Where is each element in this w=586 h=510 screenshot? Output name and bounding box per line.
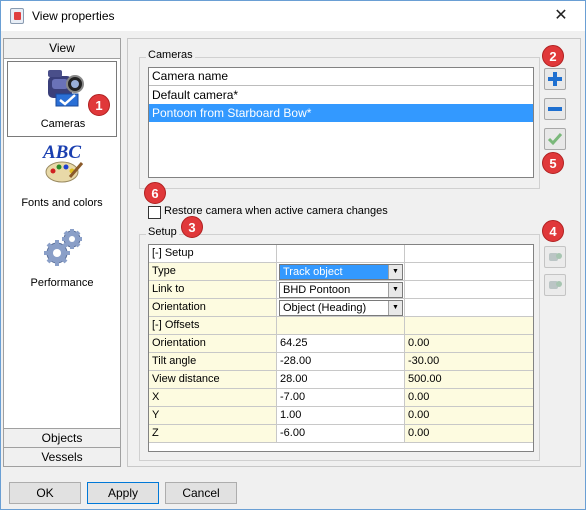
grid-cell xyxy=(405,281,533,299)
grid-cell: BHD Pontoon ▼ xyxy=(277,281,405,299)
paste-camera-button[interactable] xyxy=(544,274,566,296)
grid-cell xyxy=(405,245,533,263)
grid-label: Orientation xyxy=(149,335,277,353)
close-button[interactable]: ✕ xyxy=(547,4,575,28)
title-bar: View properties ✕ xyxy=(1,1,585,31)
camera-paste-icon xyxy=(549,281,562,289)
grid-row-offsets-section: [-] Offsets xyxy=(149,317,533,335)
check-icon xyxy=(547,133,563,146)
callout-badge-6: 6 xyxy=(144,182,166,204)
callout-badge-1: 1 xyxy=(88,94,110,116)
add-camera-button[interactable] xyxy=(544,68,566,90)
grid-value-cell[interactable]: 0.00 xyxy=(405,407,533,425)
nav-footer-vessels[interactable]: Vessels xyxy=(4,447,120,466)
restore-camera-checkbox[interactable] xyxy=(148,206,161,219)
grid-cell xyxy=(405,317,533,335)
remove-camera-button[interactable] xyxy=(544,98,566,120)
ok-button[interactable]: OK xyxy=(9,482,81,504)
setup-property-grid: [-] Setup Type Track object ▼ Link to BH… xyxy=(148,244,534,452)
grid-row-z: Z -6.00 0.00 xyxy=(149,425,533,443)
window-title: View properties xyxy=(32,9,115,23)
grid-value-cell[interactable]: 500.00 xyxy=(405,371,533,389)
grid-section-header[interactable]: [-] Setup xyxy=(149,245,277,263)
nav-label-cameras: Cameras xyxy=(40,118,86,130)
grid-cell xyxy=(277,317,405,335)
setup-group-label: Setup xyxy=(146,226,179,238)
nav-footer-objects[interactable]: Objects xyxy=(4,428,120,447)
orientation-dropdown[interactable]: Object (Heading) ▼ xyxy=(279,300,403,316)
grid-cell: Object (Heading) ▼ xyxy=(277,299,405,317)
grid-row-setup-section: [-] Setup xyxy=(149,245,533,263)
grid-row-tilt-angle: Tilt angle -28.00 -30.00 xyxy=(149,353,533,371)
grid-label: Tilt angle xyxy=(149,353,277,371)
chevron-down-icon[interactable]: ▼ xyxy=(388,301,402,315)
grid-value-cell[interactable]: 0.00 xyxy=(405,335,533,353)
chevron-down-icon[interactable]: ▼ xyxy=(388,283,402,297)
grid-value-cell[interactable]: 0.00 xyxy=(405,425,533,443)
type-dropdown[interactable]: Track object ▼ xyxy=(279,264,403,280)
grid-label: Link to xyxy=(149,281,277,299)
grid-row-offset-orientation: Orientation 64.25 0.00 xyxy=(149,335,533,353)
grid-cell: Track object ▼ xyxy=(277,263,405,281)
nav-item-fonts-and-colors[interactable]: ABC Fonts and colors xyxy=(7,141,117,217)
grid-row-y: Y 1.00 0.00 xyxy=(149,407,533,425)
grid-cell xyxy=(405,263,533,281)
grid-value-cell[interactable]: -7.00 xyxy=(277,389,405,407)
camera-icon xyxy=(48,70,84,107)
chevron-down-icon[interactable]: ▼ xyxy=(388,265,402,279)
nav-label-fonts-and-colors: Fonts and colors xyxy=(21,197,103,209)
grid-value-cell[interactable]: 1.00 xyxy=(277,407,405,425)
grid-row-view-distance: View distance 28.00 500.00 xyxy=(149,371,533,389)
svg-text:ABC: ABC xyxy=(42,142,81,163)
nav-header-view[interactable]: View xyxy=(4,39,120,59)
apply-button[interactable]: Apply xyxy=(87,482,159,504)
grid-value-cell[interactable]: 64.25 xyxy=(277,335,405,353)
nav-label-performance: Performance xyxy=(30,277,94,289)
grid-value-cell[interactable]: -6.00 xyxy=(277,425,405,443)
callout-badge-3: 3 xyxy=(181,216,203,238)
callout-badge-2: 2 xyxy=(542,45,564,67)
app-icon xyxy=(10,8,24,24)
grid-value-cell[interactable]: 28.00 xyxy=(277,371,405,389)
orientation-dropdown-value: Object (Heading) xyxy=(283,302,367,314)
grid-label: View distance xyxy=(149,371,277,389)
grid-value-cell[interactable]: -28.00 xyxy=(277,353,405,371)
grid-section-header[interactable]: [-] Offsets xyxy=(149,317,277,335)
grid-label: Y xyxy=(149,407,277,425)
minus-icon xyxy=(548,107,562,111)
apply-camera-button[interactable] xyxy=(544,128,566,150)
cancel-button[interactable]: Cancel xyxy=(165,482,237,504)
grid-cell xyxy=(405,299,533,317)
grid-label: Z xyxy=(149,425,277,443)
callout-badge-5: 5 xyxy=(542,152,564,174)
grid-row-link-to: Link to BHD Pontoon ▼ xyxy=(149,281,533,299)
grid-row-x: X -7.00 0.00 xyxy=(149,389,533,407)
abc-palette-icon: ABC xyxy=(42,142,84,183)
camera-list-header[interactable]: Camera name xyxy=(149,68,533,86)
camera-list-item[interactable]: Default camera* xyxy=(149,86,533,104)
grid-label: X xyxy=(149,389,277,407)
restore-camera-label: Restore camera when active camera change… xyxy=(164,205,388,217)
grid-row-orientation-mode: Orientation Object (Heading) ▼ xyxy=(149,299,533,317)
link-to-dropdown-value: BHD Pontoon xyxy=(283,284,351,296)
plus-icon xyxy=(548,72,562,86)
grid-cell xyxy=(277,245,405,263)
camera-copy-icon xyxy=(549,253,562,261)
grid-row-type: Type Track object ▼ xyxy=(149,263,533,281)
copy-camera-button[interactable] xyxy=(544,246,566,268)
grid-value-cell[interactable]: 0.00 xyxy=(405,389,533,407)
cameras-group-label: Cameras xyxy=(146,49,195,61)
link-to-dropdown[interactable]: BHD Pontoon ▼ xyxy=(279,282,403,298)
grid-label: Type xyxy=(149,263,277,281)
callout-badge-4: 4 xyxy=(542,220,564,242)
grid-value-cell[interactable]: -30.00 xyxy=(405,353,533,371)
view-properties-window: View properties ✕ View Cameras ABC Fonts… xyxy=(0,0,586,510)
camera-list-item-selected[interactable]: Pontoon from Starboard Bow* xyxy=(149,104,533,122)
camera-list[interactable]: Camera name Default camera* Pontoon from… xyxy=(148,67,534,178)
grid-label: Orientation xyxy=(149,299,277,317)
type-dropdown-value: Track object xyxy=(283,266,343,278)
gears-icon xyxy=(44,229,82,266)
nav-item-performance[interactable]: Performance xyxy=(7,221,117,297)
